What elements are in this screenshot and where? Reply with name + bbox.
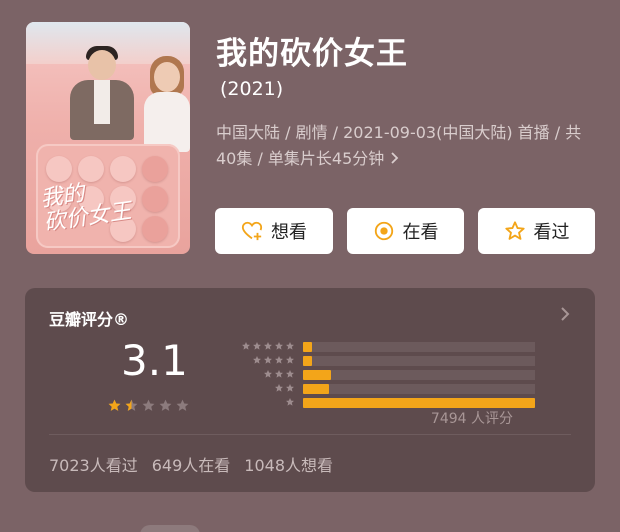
star-icon [286,384,294,392]
distribution-bar-track [303,384,535,394]
star-icon [286,398,294,406]
poster-figure [144,92,190,152]
distribution-bar-track [303,370,535,380]
distribution-bar [303,342,313,352]
star-icon [286,356,294,364]
star-icon [275,384,283,392]
divider [49,434,571,435]
watching-button[interactable]: 在看 [347,208,464,254]
star-icon [275,342,283,350]
poster-figure [154,62,180,92]
movie-title: 我的砍价女王 [216,36,408,72]
star-icon [253,342,261,350]
distribution-stars [211,383,295,395]
rating-section-title: 豆瓣评分® [49,310,130,329]
rating-count: 7494 人评分 [430,411,513,427]
movie-year: (2021) [220,78,284,100]
star-icon [275,370,283,378]
watching-label: 在看 [402,222,439,243]
poster-image[interactable]: 我的 砍价女王 [26,22,190,254]
chevron-right-icon [389,149,401,168]
watched-button[interactable]: 看过 [478,208,595,254]
distribution-row [211,384,541,395]
star-icon [286,342,294,350]
star-icon [176,399,189,411]
distribution-stars [211,397,295,409]
poster-figure [88,50,116,80]
star-icon [286,370,294,378]
distribution-row [211,370,541,381]
distribution-stars [211,355,295,367]
distribution-stars [211,341,295,353]
watch-stats: 7023人看过 649人在看 1048人想看 [49,452,333,476]
watched-count[interactable]: 7023人看过 [49,452,138,476]
star-icon [264,370,272,378]
heart-plus-icon [241,221,263,241]
distribution-bar-track [303,342,535,352]
poster-figure [94,80,110,124]
distribution-row [211,356,541,367]
star-icon [159,399,172,411]
rating-card[interactable]: 豆瓣评分® 3.1 7494 人评分 7023人看过 649人在看 1048人想… [25,288,595,492]
watched-label: 看过 [533,222,570,243]
distribution-bar [303,398,535,408]
bottom-tab-pill[interactable] [140,525,200,532]
star-icon [275,356,283,364]
want-to-watch-button[interactable]: 想看 [215,208,333,254]
distribution-bar [303,370,331,380]
star-outline-icon [504,221,525,240]
star-icon [253,356,261,364]
movie-meta[interactable]: 中国大陆 / 剧情 / 2021-09-03(中国大陆) 首播 / 共40集 /… [216,120,596,172]
distribution-stars [211,369,295,381]
star-icon [264,342,272,350]
watching-count[interactable]: 649人在看 [152,452,231,476]
distribution-row [211,342,541,353]
star-icon [242,342,250,350]
distribution-bar-track [303,356,535,366]
want-count[interactable]: 1048人想看 [244,452,333,476]
distribution-bar [303,384,329,394]
rating-stars [107,398,190,413]
chevron-right-icon[interactable] [555,304,575,324]
star-icon [125,399,138,411]
rating-score: 3.1 [121,336,188,385]
distribution-bar [303,356,313,366]
star-icon [108,399,121,411]
want-to-watch-label: 想看 [271,222,307,243]
star-icon [264,356,272,364]
star-icon [142,399,155,411]
target-circle-icon [374,221,393,241]
